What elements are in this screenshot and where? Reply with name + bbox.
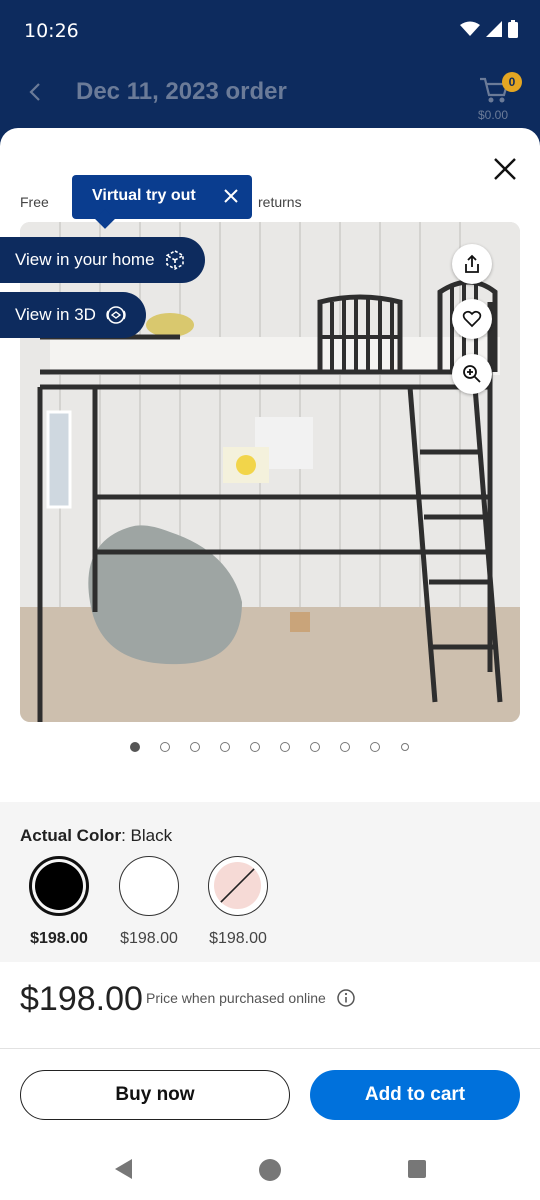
system-icons	[460, 20, 518, 38]
color-label-value: : Black	[121, 826, 173, 845]
view-in-home-label: View in your home	[15, 250, 155, 269]
carousel-dot[interactable]	[340, 742, 350, 752]
carousel-dot[interactable]	[310, 742, 320, 752]
color-label-key: Actual Color	[20, 826, 122, 845]
back-arrow-icon[interactable]	[24, 80, 48, 104]
tooltip-text: Virtual try out	[92, 187, 196, 204]
swatch-black-fill	[35, 862, 83, 910]
swatch-pink-fill	[214, 862, 261, 909]
swatch-black[interactable]	[29, 856, 89, 916]
add-to-cart-button[interactable]: Add to cart	[310, 1070, 520, 1120]
swatch-white-price: $198.00	[120, 930, 178, 947]
view-in-3d-label: View in 3D	[15, 305, 96, 324]
wifi-icon	[460, 21, 480, 36]
swatch-pink[interactable]	[208, 856, 268, 916]
price-note: Price when purchased online	[146, 990, 326, 1006]
app-bar: Dec 11, 2023 order 0 $0.00	[0, 62, 540, 128]
cart-total: $0.00	[478, 108, 509, 122]
cart-button[interactable]: 0 $0.00	[478, 72, 522, 122]
view-in-home-button[interactable]: View in your home	[0, 237, 205, 283]
cart-count-badge: 0	[502, 72, 522, 92]
share-icon	[465, 254, 479, 273]
favorite-button[interactable]	[452, 299, 492, 339]
unavailable-slash-icon	[216, 864, 259, 907]
carousel-dot[interactable]	[250, 742, 260, 752]
product-sheet: Free returns Virtual try out View in you…	[0, 128, 540, 1200]
zoom-button[interactable]	[452, 354, 492, 394]
nav-back-icon[interactable]	[114, 1158, 134, 1180]
swatch-black-price: $198.00	[30, 930, 88, 947]
battery-icon	[508, 20, 518, 38]
signal-icon	[486, 21, 502, 37]
tooltip-close-icon[interactable]	[222, 187, 240, 205]
nav-home-icon[interactable]	[259, 1159, 281, 1181]
returns-text: returns	[258, 194, 302, 210]
color-label: Actual Color: Black	[20, 826, 172, 846]
swatch-pink-price: $198.00	[209, 930, 267, 947]
virtual-try-out-tooltip: Virtual try out	[72, 175, 252, 229]
zoom-in-icon	[463, 365, 481, 383]
status-time: 10:26	[24, 20, 79, 42]
share-button[interactable]	[452, 244, 492, 284]
system-nav-bar	[0, 1142, 540, 1200]
swatch-white[interactable]	[119, 856, 179, 916]
view-in-3d-button[interactable]: View in 3D	[0, 292, 146, 338]
status-bar: 10:26	[0, 0, 540, 62]
carousel-dot[interactable]	[190, 742, 200, 752]
carousel-dot[interactable]	[160, 742, 170, 752]
carousel-dot[interactable]	[130, 742, 140, 752]
ar-cube-icon	[166, 250, 184, 270]
color-selector: Actual Color: Black $198.00 $198.00 $198…	[0, 802, 540, 962]
carousel-indicator	[0, 742, 540, 752]
close-sheet-icon[interactable]	[492, 156, 518, 182]
info-icon[interactable]	[336, 988, 356, 1008]
carousel-dot[interactable]	[401, 743, 409, 751]
shipping-text: Free	[20, 194, 49, 210]
buy-now-button[interactable]: Buy now	[20, 1070, 290, 1120]
product-price: $198.00	[20, 980, 143, 1018]
carousel-dot[interactable]	[370, 742, 380, 752]
price-row: $198.00 Price when purchased online	[20, 980, 355, 1019]
carousel-dot[interactable]	[280, 742, 290, 752]
heart-icon	[462, 310, 482, 328]
page-title: Dec 11, 2023 order	[76, 78, 287, 105]
divider	[0, 1048, 540, 1049]
nav-recents-icon[interactable]	[408, 1160, 426, 1178]
3d-rotate-icon	[106, 306, 126, 324]
carousel-dot[interactable]	[220, 742, 230, 752]
